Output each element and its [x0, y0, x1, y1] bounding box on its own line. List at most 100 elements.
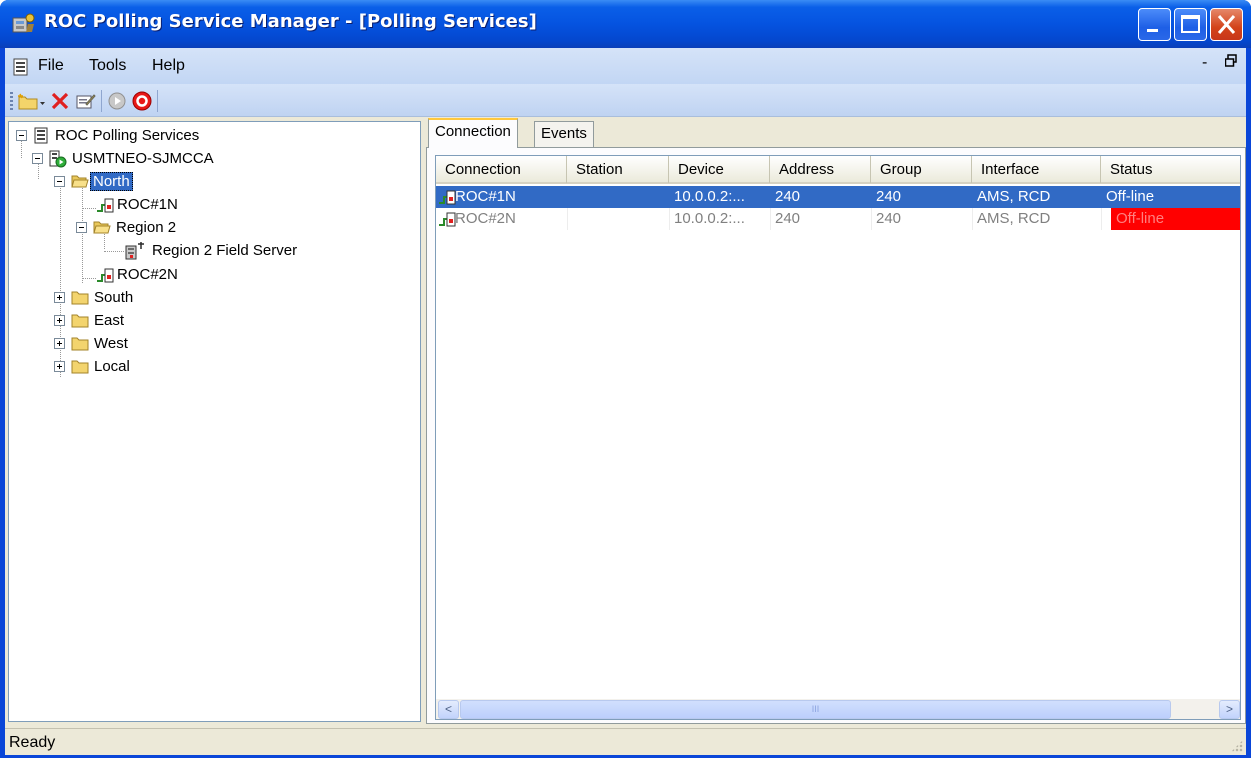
tree-item-label-selected: North — [90, 172, 133, 191]
tree-item-label: East — [94, 312, 125, 329]
table-row[interactable]: ROC#2N 10.0.0.2:... 240 240 AMS, RCD Off… — [436, 208, 1240, 230]
scroll-right-button[interactable]: > — [1219, 700, 1240, 719]
collapse-icon[interactable] — [76, 222, 87, 233]
tree-item-west[interactable]: West — [51, 333, 171, 355]
folder-icon — [71, 337, 89, 351]
tree-item-label: ROC#2N — [117, 266, 178, 283]
tree-item-label: South — [94, 289, 134, 306]
tab-events[interactable]: Events — [534, 121, 594, 147]
window-title: ROC Polling Service Manager - [Polling S… — [44, 11, 537, 32]
delete-icon[interactable] — [49, 90, 71, 112]
menu-tools-label: Tools — [89, 57, 127, 74]
tree-item-south[interactable]: South — [51, 287, 171, 309]
tree-item-local[interactable]: Local — [51, 356, 171, 378]
tree-item-label: ROC Polling Services — [55, 127, 200, 144]
menu-file-label: File — [38, 57, 64, 74]
cell-connection: ROC#1N — [455, 188, 516, 205]
column-header-station[interactable]: Station — [567, 156, 669, 183]
status-bar: Ready — [5, 728, 1246, 755]
connections-list[interactable]: Connection Station Device Address Group … — [435, 155, 1241, 720]
column-header-status[interactable]: Status — [1101, 156, 1240, 183]
maximize-button[interactable] — [1174, 8, 1207, 41]
tree-item-label: Region 2 — [116, 219, 177, 236]
folder-icon — [71, 291, 89, 305]
open-folder-icon — [93, 221, 111, 234]
collapse-icon[interactable] — [54, 176, 65, 187]
properties-icon[interactable] — [74, 90, 96, 112]
document-icon[interactable] — [13, 58, 29, 76]
folder-icon — [71, 314, 89, 328]
start-icon[interactable] — [106, 90, 128, 112]
menu-bar: File Tools Help - — [5, 48, 1246, 84]
cell-address: 240 — [775, 210, 801, 227]
server-running-icon — [49, 150, 67, 168]
horizontal-scrollbar[interactable]: < III > — [436, 699, 1240, 719]
mdi-restore-button[interactable] — [1224, 54, 1237, 73]
collapse-icon[interactable] — [32, 153, 43, 164]
tree-connector — [82, 278, 96, 279]
tab-panel: Connection Station Device Address Group … — [426, 147, 1246, 724]
server-rack-icon — [34, 127, 48, 144]
scroll-thumb[interactable]: III — [460, 700, 1171, 719]
column-header-interface[interactable]: Interface — [972, 156, 1101, 183]
tree-item-server[interactable]: USMTNEO-SJMCCA — [29, 148, 289, 170]
mdi-minimize-button[interactable]: - — [1202, 54, 1207, 72]
tree-item-root[interactable]: ROC Polling Services — [13, 125, 273, 147]
tree-view[interactable]: ROC Polling Services USMTNEO-SJMCCA Nort… — [8, 121, 421, 722]
toolbar-separator — [101, 90, 102, 112]
tree-item-east[interactable]: East — [51, 310, 171, 332]
app-icon — [12, 13, 35, 33]
folder-icon — [71, 360, 89, 374]
tree-item-region2-field-server[interactable]: Region 2 Field Server — [124, 240, 364, 262]
new-folder-dropdown-icon[interactable] — [17, 90, 47, 112]
stop-icon[interactable] — [131, 90, 153, 112]
cell-station — [567, 208, 669, 230]
expand-icon[interactable] — [54, 292, 65, 303]
list-header: Connection Station Device Address Group … — [436, 156, 1240, 184]
cell-interface: AMS, RCD — [977, 188, 1051, 205]
tree-connector — [104, 251, 124, 252]
cell-address: 240 — [775, 188, 801, 205]
column-header-group[interactable]: Group — [871, 156, 972, 183]
close-button[interactable] — [1210, 8, 1243, 41]
tree-connector — [82, 208, 96, 209]
tree-item-roc1n[interactable]: ROC#1N — [96, 194, 216, 216]
expand-icon[interactable] — [54, 338, 65, 349]
tree-item-label: ROC#1N — [117, 196, 178, 213]
client-area: File Tools Help - ROC Polling Services U… — [5, 48, 1246, 755]
field-server-icon — [125, 242, 144, 260]
menu-help[interactable]: Help — [152, 57, 185, 75]
menu-file[interactable]: File — [38, 57, 64, 75]
tree-item-region2[interactable]: Region 2 — [73, 217, 213, 239]
expand-icon[interactable] — [54, 361, 65, 372]
title-bar[interactable]: ROC Polling Service Manager - [Polling S… — [0, 0, 1251, 48]
tree-item-roc2n[interactable]: ROC#2N — [96, 264, 216, 286]
tree-item-north[interactable]: North — [51, 171, 171, 193]
grid-line — [1101, 208, 1102, 230]
resize-grip-icon[interactable] — [1231, 740, 1243, 752]
status-text: Ready — [9, 734, 56, 751]
open-folder-icon — [71, 175, 89, 188]
scroll-left-button[interactable]: < — [438, 700, 459, 719]
details-pane: Connection Station Device Address Group … — [426, 117, 1246, 724]
minimize-button[interactable] — [1138, 8, 1171, 41]
toolbar — [5, 84, 1246, 117]
menu-tools[interactable]: Tools — [89, 57, 126, 75]
column-header-device[interactable]: Device — [669, 156, 770, 183]
cell-group: 240 — [876, 188, 902, 205]
cell-device: 10.0.0.2:... — [674, 210, 745, 227]
column-header-connection[interactable]: Connection — [436, 156, 567, 183]
tree-item-label: Local — [94, 358, 130, 375]
table-row[interactable]: ROC#1N 10.0.0.2:... 240 240 AMS, RCD Off… — [436, 186, 1240, 208]
cell-status-offline: Off-line — [1111, 208, 1240, 230]
collapse-icon[interactable] — [16, 130, 27, 141]
roc-device-icon — [97, 268, 114, 283]
tree-item-label: Region 2 Field Server — [152, 242, 298, 259]
tab-connection[interactable]: Connection — [428, 118, 518, 148]
toolbar-grip[interactable] — [10, 92, 13, 110]
cell-station — [567, 186, 669, 208]
app-window: ROC Polling Service Manager - [Polling S… — [0, 0, 1251, 758]
column-header-address[interactable]: Address — [770, 156, 871, 183]
expand-icon[interactable] — [54, 315, 65, 326]
close-icon — [1217, 15, 1236, 34]
